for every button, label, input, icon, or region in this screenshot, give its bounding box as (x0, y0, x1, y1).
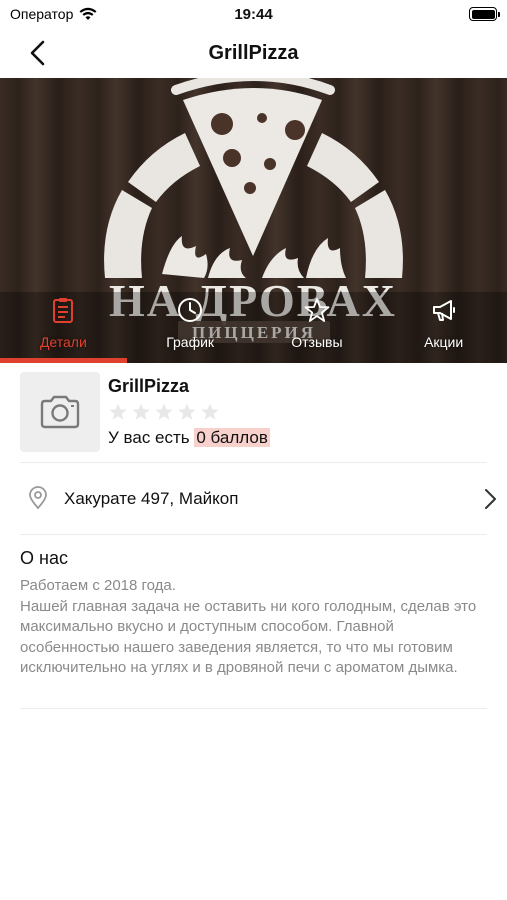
star-icon (201, 403, 219, 420)
divider (20, 462, 487, 463)
rating-stars (108, 402, 220, 422)
tab-bar: Детали График Отзывы Акции (0, 292, 507, 363)
camera-icon (40, 395, 80, 429)
address-text: Хакурате 497, Майкоп (64, 489, 239, 508)
about-title: О нас (20, 548, 68, 568)
tab-label: График (166, 334, 215, 350)
chevron-right-icon (485, 489, 496, 509)
location-pin-icon (29, 486, 47, 510)
status-bar: Оператор 19:44 (0, 0, 507, 30)
divider (20, 708, 487, 709)
megaphone-icon (432, 300, 455, 321)
page-title: GrillPizza (208, 42, 299, 64)
active-tab-indicator (0, 358, 127, 363)
tab-schedule[interactable]: График (127, 292, 254, 363)
business-name: GrillPizza (108, 376, 190, 396)
points-value: 0 баллов (194, 428, 270, 447)
clock-icon (178, 298, 203, 322)
status-time: 19:44 (234, 6, 273, 23)
tab-label: Акции (424, 334, 464, 350)
tab-promotions[interactable]: Акции (380, 292, 507, 363)
clipboard-icon (53, 298, 74, 323)
tab-label: Детали (39, 334, 87, 350)
points-prefix: У вас есть (108, 428, 195, 447)
star-icon (178, 403, 196, 420)
address-row[interactable]: Хакурате 497, Майкоп (20, 478, 497, 520)
star-icon (109, 403, 127, 420)
business-info: GrillPizza У вас есть 0 баллов (20, 372, 487, 462)
star-icon (304, 298, 330, 322)
about-text: Работаем с 2018 года. Нашей главная зада… (20, 577, 477, 676)
tab-reviews[interactable]: Отзывы (254, 292, 381, 363)
battery-icon (469, 7, 500, 21)
tab-details[interactable]: Детали (0, 292, 127, 363)
star-icon (155, 403, 173, 420)
business-photo[interactable] (20, 372, 100, 452)
tab-label: Отзывы (291, 334, 343, 350)
navigation-bar: GrillPizza (0, 30, 507, 78)
points-balance: У вас есть 0 баллов (108, 428, 270, 448)
hero-image: НА ДРОВАХ ПИЦЦЕРИЯ Детали График Отзывы … (0, 78, 507, 363)
divider (20, 534, 487, 535)
star-icon (132, 403, 150, 420)
